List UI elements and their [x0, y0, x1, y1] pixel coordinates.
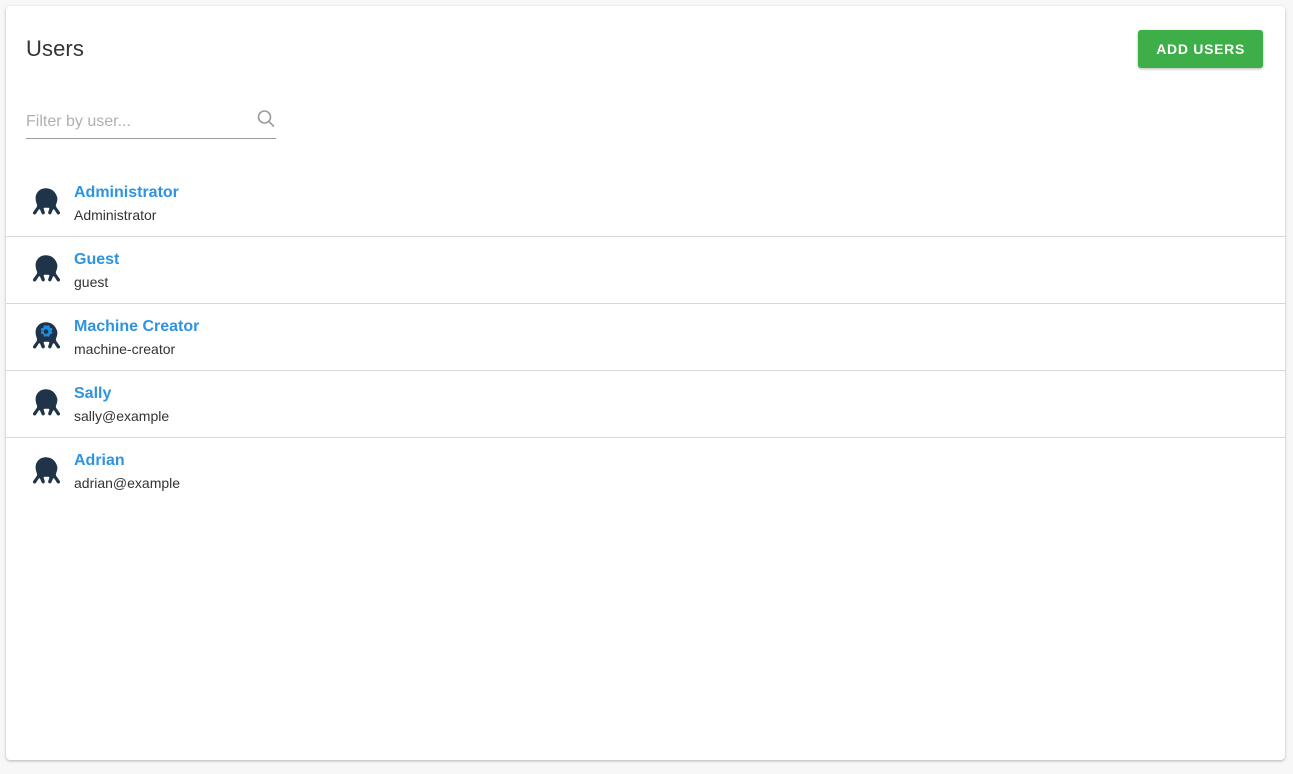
user-text: Guest guest	[74, 250, 119, 291]
user-sub: sally@example	[74, 407, 170, 424]
search-input[interactable]	[26, 106, 248, 137]
user-sub: guest	[74, 273, 109, 290]
user-sub: adrian@example	[74, 475, 181, 491]
user-name: Guest	[74, 250, 120, 268]
octopus-avatar-icon	[28, 185, 64, 221]
page-background: Users ADD USERS Administrator Administra…	[0, 0, 1293, 774]
octopus-avatar-icon	[28, 386, 64, 422]
user-text: Adrian adrian@example	[74, 451, 180, 492]
user-name: Administrator	[74, 183, 179, 201]
user-row[interactable]: Administrator Administrator	[6, 170, 1285, 237]
user-sub: Administrator	[74, 206, 157, 223]
search-icon[interactable]	[254, 107, 278, 131]
user-name: Adrian	[74, 452, 125, 469]
octopus-service-account-avatar-icon	[28, 319, 64, 355]
users-card: Users ADD USERS Administrator Administra…	[6, 6, 1285, 760]
user-row[interactable]: Machine Creator machine-creator	[6, 304, 1285, 371]
user-name: Sally	[74, 384, 112, 402]
add-users-button[interactable]: ADD USERS	[1138, 30, 1263, 68]
user-row[interactable]: Adrian adrian@example	[6, 438, 1285, 505]
octopus-avatar-icon	[28, 454, 64, 490]
user-row[interactable]: Guest guest	[6, 237, 1285, 304]
user-list: Administrator Administrator Guest guest …	[6, 170, 1285, 505]
user-text: Administrator Administrator	[74, 183, 179, 224]
page-title: Users	[26, 36, 84, 61]
user-row[interactable]: Sally sally@example	[6, 371, 1285, 438]
octopus-avatar-icon	[28, 252, 64, 288]
card-header: Users ADD USERS	[6, 6, 1285, 88]
user-name: Machine Creator	[74, 317, 200, 335]
user-text: Sally sally@example	[74, 384, 169, 425]
user-sub: machine-creator	[74, 340, 176, 357]
user-text: Machine Creator machine-creator	[74, 317, 199, 358]
filter-field[interactable]	[26, 106, 276, 139]
